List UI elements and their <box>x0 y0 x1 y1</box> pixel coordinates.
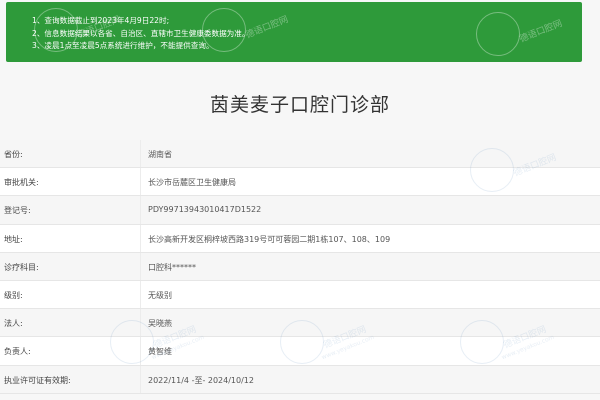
column-divider <box>140 252 141 280</box>
row-label: 负责人: <box>4 347 31 357</box>
notice-line: 2、信息数据结果以各省、自治区、直辖市卫生健康委数据为准。 <box>32 28 250 38</box>
row-value: 湖南省 <box>148 150 172 159</box>
row-value: 长沙高新开发区桐梓坡西路319号可可蓉园二期1栋107、108、109 <box>148 234 391 244</box>
notice-line: 1、查询数据截止到2023年4月9日22时; <box>32 16 170 25</box>
table-row: 负责人: 黄智维 <box>0 337 600 366</box>
row-label: 级别: <box>4 290 23 300</box>
table-row: 省份: 湖南省 <box>0 140 600 169</box>
row-label: 省份: <box>4 150 23 159</box>
column-divider <box>140 280 141 309</box>
row-label: 登记号: <box>4 206 31 216</box>
table-row: 诊疗科目: 口腔科****** <box>0 252 600 281</box>
notice-line: 3、凌晨1点至凌晨5点系统进行维护，不能提供查询。 <box>32 41 214 50</box>
table-row: 登记号: PDY99713943010417D1522 <box>0 196 600 225</box>
table-row: 级别: 无级别 <box>0 280 600 310</box>
table-row: 法人: 吴晓燕 <box>0 309 600 338</box>
column-divider <box>140 309 141 337</box>
column-divider <box>140 196 141 224</box>
column-divider <box>140 365 141 393</box>
row-value: 长沙市岳麓区卫生健康局 <box>148 178 236 188</box>
column-divider <box>140 168 141 196</box>
column-divider <box>140 140 141 168</box>
row-label: 执业许可证有效期: <box>4 375 71 385</box>
page-title: 茵美麦子口腔门诊部 <box>209 94 390 116</box>
table-row: 审批机关: 长沙市岳麓区卫生健康局 <box>0 168 600 197</box>
table-row: 执业许可证有效期: 2022/11/4 -至- 2024/10/12 <box>0 365 600 394</box>
row-label: 法人: <box>4 319 23 329</box>
notice-banner: 1、查询数据截止到2023年4月9日22时; 2、信息数据结果以各省、自治区、直… <box>6 2 582 62</box>
row-label: 地址: <box>4 234 23 244</box>
row-value: 口腔科****** <box>148 262 196 272</box>
page: 1、查询数据截止到2023年4月9日22时; 2、信息数据结果以各省、自治区、直… <box>0 0 600 400</box>
row-value: 黄智维 <box>148 347 172 357</box>
row-value: 无级别 <box>148 290 172 300</box>
info-table: 省份: 湖南省 审批机关: 长沙市岳麓区卫生健康局 登记号: PDY997139… <box>0 140 600 394</box>
row-label: 诊疗科目: <box>4 262 39 272</box>
column-divider <box>140 337 141 365</box>
table-row: 地址: 长沙高新开发区桐梓坡西路319号可可蓉园二期1栋107、108、109 <box>0 224 600 253</box>
column-divider <box>140 224 141 252</box>
row-label: 审批机关: <box>4 178 39 188</box>
row-value: PDY99713943010417D1522 <box>148 205 262 215</box>
row-value: 2022/11/4 -至- 2024/10/12 <box>148 375 254 385</box>
row-value: 吴晓燕 <box>148 319 172 329</box>
